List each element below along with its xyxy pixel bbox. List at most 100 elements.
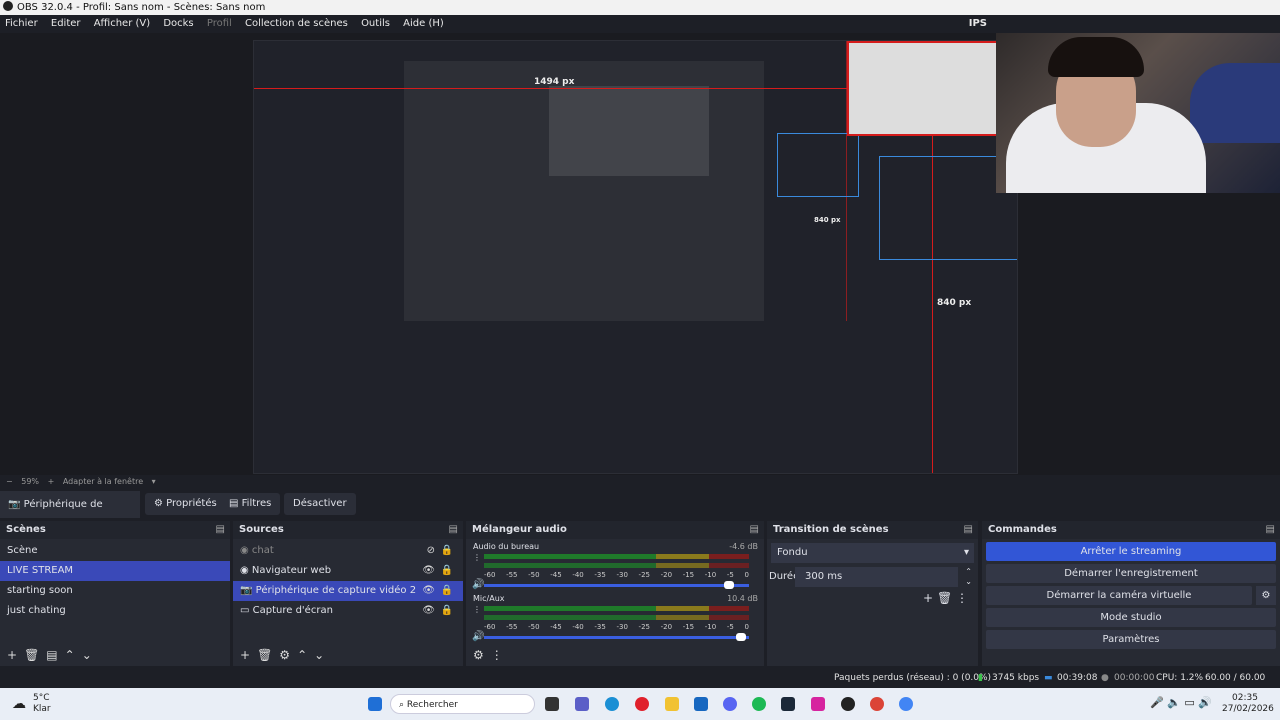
zoom-bar: − 59% + Adapter à la fenêtre ▾ [0,475,1280,489]
duration-input[interactable]: 300 ms [795,567,958,587]
speaker-icon[interactable]: 🔊 [472,579,484,590]
system-tray-icons[interactable]: 🎤 🔈 ▭ 🔊 [1150,696,1212,709]
gear-icon[interactable]: ⚙ [1256,586,1276,605]
menu-edit[interactable]: Editer [51,18,81,29]
camera-icon: 📷 [8,499,24,510]
menu-profile[interactable]: Profil [207,18,232,29]
dock-menu-icon[interactable]: ▤ [1266,521,1275,539]
edge-icon[interactable] [605,697,619,711]
volume-slider[interactable] [484,633,749,641]
meter-tick-label: -45 [550,623,562,631]
scenes-title: Scènes [6,524,46,535]
mixer-channel: Audio du bureau -4.6 dB ⋮ 🔊 -60 -55 -50 -45… [466,539,764,591]
source-item[interactable]: ◉ Navigateur web 👁 🔒 [233,561,463,581]
eye-icon[interactable]: 👁 [422,561,435,581]
zoom-in-icon[interactable]: + [48,477,55,486]
add-icon[interactable]: + [7,644,17,666]
studio-mode-button[interactable]: Mode studio [986,608,1276,627]
menu-scene-collection[interactable]: Collection de scènes [245,18,348,29]
lock-icon[interactable]: 🔒 [441,581,453,601]
dock-menu-icon[interactable]: ▤ [449,521,458,539]
source-item[interactable]: ◉ chat ⊘ 🔒 [233,541,463,561]
volume-knob[interactable] [736,633,747,641]
trash-icon[interactable]: 🗑 [24,644,39,666]
kebab-icon[interactable]: ⋮ [956,591,968,605]
eye-icon[interactable]: 👁 [422,581,435,601]
scene-item[interactable]: just chating [0,601,230,621]
settings-button[interactable]: Paramètres [986,630,1276,649]
trash-icon[interactable]: 🗑 [257,644,272,666]
px-label-mid: 840 px [814,216,841,224]
opera-icon[interactable] [635,697,649,711]
instagram-icon[interactable] [811,697,825,711]
add-icon[interactable]: + [240,644,250,666]
eye-icon[interactable]: 👁 [422,601,435,621]
window-title: OBS 32.0.4 - Profil: Sans nom - Scènes: … [17,2,266,13]
chevron-down-icon[interactable]: ▾ [152,477,156,486]
obs-icon[interactable] [841,697,855,711]
filters-button[interactable]: ▤ Filtres [220,493,281,515]
taskbar-search[interactable]: ⌕ Rechercher [390,694,535,714]
transition-select[interactable]: Fondu ▾ [771,543,974,563]
filter-icon[interactable]: ▤ [46,644,57,666]
taskview-icon[interactable] [545,697,559,711]
weather-temp: 5°C [33,693,50,703]
zoom-fit[interactable]: Adapter à la fenêtre [63,477,143,486]
source-item-selected[interactable]: 📷 Périphérique de capture vidéo 2 👁 🔒 [233,581,463,601]
explorer-icon[interactable] [665,697,679,711]
menu-file[interactable]: Fichier [5,18,38,29]
eye-hidden-icon[interactable]: ⊘ [427,541,435,561]
gear-icon[interactable]: ⚙ [279,644,290,666]
trash-icon[interactable]: 🗑 [937,591,952,605]
dock-menu-icon[interactable]: ▤ [750,521,759,539]
speaker-icon[interactable]: 🔊 [472,631,484,642]
down-icon[interactable]: ⌄ [82,644,92,666]
spotify-icon[interactable] [752,697,766,711]
meter-tick-label: 0 [744,571,749,579]
stepper-icon[interactable]: ⌃ ⌄ [965,567,972,587]
up-icon[interactable]: ⌃ [297,644,307,666]
up-icon[interactable]: ⌃ [65,644,75,666]
teams-icon[interactable] [575,697,589,711]
zoom-out-icon[interactable]: − [6,477,13,486]
menu-tools[interactable]: Outils [361,18,390,29]
chrome-icon[interactable] [870,697,884,711]
deactivate-button[interactable]: Désactiver [284,493,356,515]
gear-icon[interactable]: ⚙ [473,644,484,666]
scene-item-selected[interactable]: LIVE STREAM [0,561,230,581]
discord-icon[interactable] [723,697,737,711]
chrome-profile-icon[interactable] [899,697,913,711]
volume-slider[interactable] [484,581,749,589]
dock-menu-icon[interactable]: ▤ [964,521,973,539]
signal-icon: ▮ [978,673,983,683]
virtual-camera-row: Démarrer la caméra virtuelle ⚙ [982,586,1280,605]
start-virtual-camera-button[interactable]: Démarrer la caméra virtuelle [986,586,1252,605]
start-recording-button[interactable]: Démarrer l'enregistrement [986,564,1276,583]
windows-start-icon[interactable] [368,697,382,711]
scene-item[interactable]: starting soon [0,581,230,601]
lock-icon[interactable]: 🔒 [441,561,453,581]
steam-icon[interactable] [781,697,795,711]
menu-help[interactable]: Aide (H) [403,18,444,29]
stop-streaming-button[interactable]: Arrêter le streaming [986,542,1276,561]
channel-db: -4.6 dB [729,542,758,551]
scene-item[interactable]: Scène [0,541,230,561]
lock-icon[interactable]: 🔒 [441,541,453,561]
down-icon[interactable]: ⌄ [314,644,324,666]
volume-meter [484,615,749,620]
dock-menu-icon[interactable]: ▤ [216,521,225,539]
lock-icon[interactable]: 🔒 [441,601,453,621]
volume-knob[interactable] [723,581,734,589]
menu-bar: Fichier Editer Afficher (V) Docks Profil… [0,15,1280,33]
store-icon[interactable] [694,697,708,711]
preview-canvas[interactable]: 1494 px 840 px 840 px [253,40,1018,474]
add-icon[interactable]: + [923,591,933,605]
source-item[interactable]: ▭ Capture d'écran 👁 🔒 [233,601,463,621]
kebab-icon[interactable]: ⋮ [473,605,481,614]
menu-view[interactable]: Afficher (V) [94,18,150,29]
menu-docks[interactable]: Docks [163,18,193,29]
properties-button[interactable]: ⚙ Propriétés [145,493,226,515]
sources-title: Sources [239,524,284,535]
kebab-icon[interactable]: ⋮ [473,553,481,562]
kebab-icon[interactable]: ⋮ [491,644,503,666]
